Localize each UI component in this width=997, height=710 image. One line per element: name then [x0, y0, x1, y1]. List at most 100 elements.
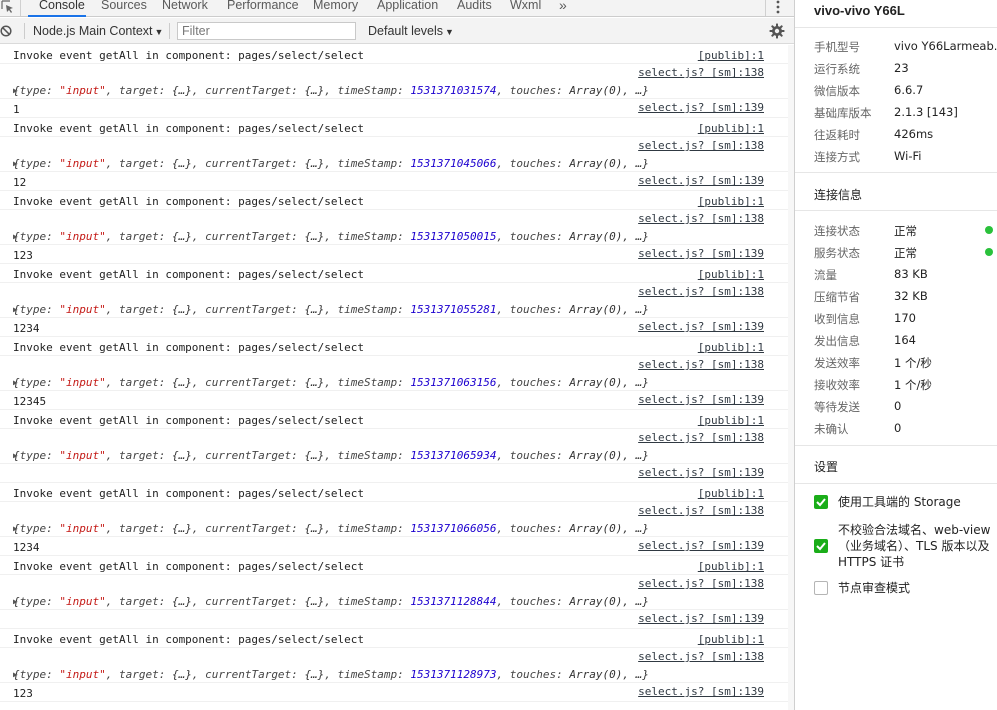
event-object[interactable]: ▶ {type: "input", target: {…}, currentTar…: [13, 522, 649, 535]
devtools-tab-bar: Console Sources Network Performance Memo…: [0, 0, 794, 17]
tab-application[interactable]: Application: [377, 0, 438, 17]
obj-current-target-value: {…}: [304, 157, 325, 170]
log-source-link[interactable]: select.js? [sm]:138: [638, 358, 764, 371]
setting-label[interactable]: 不校验合法域名、web-view（业务域名）、TLS 版本以及 HTTPS 证书: [838, 522, 996, 570]
expand-triangle-icon[interactable]: ▶: [13, 230, 18, 243]
event-object[interactable]: ▶ {type: "input", target: {…}, currentTar…: [13, 157, 649, 170]
log-source-link[interactable]: select.js? [sm]:139: [638, 539, 764, 552]
setting-label[interactable]: 使用工具端的 Storage: [838, 494, 996, 510]
event-object[interactable]: ▶ {type: "input", target: {…}, currentTar…: [13, 668, 649, 681]
obj-target-value: {…}: [171, 522, 192, 535]
tab-memory[interactable]: Memory: [313, 0, 358, 17]
log-source-link[interactable]: select.js? [sm]:139: [638, 685, 764, 698]
obj-key-touches: , touches:: [496, 157, 570, 170]
obj-timestamp-value: 1531371055281: [410, 303, 497, 316]
log-source-link[interactable]: select.js? [sm]:138: [638, 66, 764, 79]
log-source-link[interactable]: select.js? [sm]:138: [638, 285, 764, 298]
log-source-link[interactable]: select.js? [sm]:139: [638, 174, 764, 187]
log-source-link[interactable]: select.js? [sm]:138: [638, 212, 764, 225]
obj-close: , …}: [622, 449, 649, 462]
log-source-link[interactable]: select.js? [sm]:139: [638, 393, 764, 406]
info-label: 未确认: [814, 422, 849, 436]
log-source-link[interactable]: select.js? [sm]:138: [638, 504, 764, 517]
log-source-link[interactable]: [publib]:1: [698, 122, 764, 135]
log-source-link[interactable]: select.js? [sm]:138: [638, 650, 764, 663]
log-source-link[interactable]: select.js? [sm]:139: [638, 247, 764, 260]
obj-close: , …}: [622, 84, 649, 97]
log-source-link[interactable]: [publib]:1: [698, 560, 764, 573]
expand-triangle-icon[interactable]: ▶: [13, 595, 18, 608]
tab-wxml[interactable]: Wxml: [510, 0, 541, 17]
context-selector[interactable]: Node.js Main Context ▼: [33, 23, 163, 40]
device-info-row: 连接方式 Wi-Fi: [814, 149, 921, 165]
log-source-link[interactable]: [publib]:1: [698, 341, 764, 354]
log-source-link[interactable]: select.js? [sm]:139: [638, 612, 764, 625]
clear-console-icon[interactable]: [0, 25, 12, 37]
log-entry-invoke: Invoke event getAll in component: pages/…: [0, 556, 794, 575]
tabs-overflow-button[interactable]: »: [559, 0, 567, 17]
log-entry-event: select.js? [sm]:138 ▶ {type: "input", targ…: [0, 210, 794, 245]
connection-info-row: 压缩节省 32 KB: [814, 289, 928, 305]
expand-triangle-icon[interactable]: ▶: [13, 303, 18, 316]
log-source-link[interactable]: [publib]:1: [698, 268, 764, 281]
log-source-link[interactable]: [publib]:1: [698, 49, 764, 62]
setting-checkbox[interactable]: [814, 539, 828, 553]
connection-info-row: 流量 83 KB: [814, 267, 928, 283]
log-source-link[interactable]: select.js? [sm]:139: [638, 101, 764, 114]
tab-performance[interactable]: Performance: [227, 0, 299, 17]
log-levels-selector[interactable]: Default levels ▼: [368, 23, 454, 40]
log-entry-event: select.js? [sm]:138 ▶ {type: "input", targ…: [0, 137, 794, 172]
event-object[interactable]: ▶ {type: "input", target: {…}, currentTar…: [13, 84, 649, 97]
event-object[interactable]: ▶ {type: "input", target: {…}, currentTar…: [13, 303, 649, 316]
filter-input[interactable]: [177, 22, 356, 40]
obj-target-value: {…}: [171, 449, 192, 462]
info-value: vivo Y66Larmeab...: [894, 39, 997, 53]
expand-triangle-icon[interactable]: ▶: [13, 376, 18, 389]
tab-audits[interactable]: Audits: [457, 0, 492, 17]
obj-key-target: , target:: [105, 449, 172, 462]
log-entry-value: 12345 select.js? [sm]:139: [0, 391, 794, 410]
log-source-link[interactable]: select.js? [sm]:139: [638, 320, 764, 333]
obj-target-value: {…}: [171, 303, 192, 316]
expand-triangle-icon[interactable]: ▶: [13, 157, 18, 170]
obj-type-value: "input": [59, 522, 106, 535]
event-object[interactable]: ▶ {type: "input", target: {…}, currentTar…: [13, 230, 649, 243]
log-source-link[interactable]: select.js? [sm]:138: [638, 431, 764, 444]
obj-key-type: type:: [19, 376, 60, 389]
expand-triangle-icon[interactable]: ▶: [13, 449, 18, 462]
gear-icon[interactable]: [769, 23, 785, 39]
event-object[interactable]: ▶ {type: "input", target: {…}, currentTar…: [13, 449, 649, 462]
obj-target-value: {…}: [171, 668, 192, 681]
log-source-link[interactable]: [publib]:1: [698, 487, 764, 500]
log-source-link[interactable]: [publib]:1: [698, 633, 764, 646]
obj-key-current-target: , currentTarget:: [191, 303, 305, 316]
tab-network[interactable]: Network: [162, 0, 208, 17]
info-value: 83 KB: [894, 267, 928, 281]
more-menu-icon[interactable]: [776, 0, 780, 14]
connection-info-row: 接收效率 1 个/秒: [814, 377, 932, 393]
devtools-console-pane: Console Sources Network Performance Memo…: [0, 0, 794, 710]
inspect-element-icon[interactable]: [1, 0, 15, 14]
tab-sources[interactable]: Sources: [101, 0, 147, 17]
setting-label[interactable]: 节点审查模式: [838, 580, 996, 596]
expand-triangle-icon[interactable]: ▶: [13, 522, 18, 535]
expand-triangle-icon[interactable]: ▶: [13, 668, 18, 681]
obj-close: , …}: [622, 230, 649, 243]
panel-divider: [795, 27, 997, 28]
obj-timestamp-value: 1531371128973: [410, 668, 497, 681]
event-object[interactable]: ▶ {type: "input", target: {…}, currentTar…: [13, 376, 649, 389]
setting-checkbox[interactable]: [814, 495, 828, 509]
obj-key-type: type:: [19, 230, 60, 243]
log-source-link[interactable]: [publib]:1: [698, 195, 764, 208]
expand-triangle-icon[interactable]: ▶: [13, 84, 18, 97]
log-source-link[interactable]: select.js? [sm]:138: [638, 577, 764, 590]
log-source-link[interactable]: select.js? [sm]:139: [638, 466, 764, 479]
log-source-link[interactable]: [publib]:1: [698, 414, 764, 427]
setting-checkbox[interactable]: [814, 581, 828, 595]
obj-timestamp-value: 1531371128844: [410, 595, 497, 608]
tab-console[interactable]: Console: [28, 0, 86, 17]
log-source-link[interactable]: select.js? [sm]:138: [638, 139, 764, 152]
log-message: Invoke event getAll in component: pages/…: [13, 633, 364, 646]
log-entry-value: select.js? [sm]:139: [0, 610, 794, 629]
event-object[interactable]: ▶ {type: "input", target: {…}, currentTar…: [13, 595, 649, 608]
